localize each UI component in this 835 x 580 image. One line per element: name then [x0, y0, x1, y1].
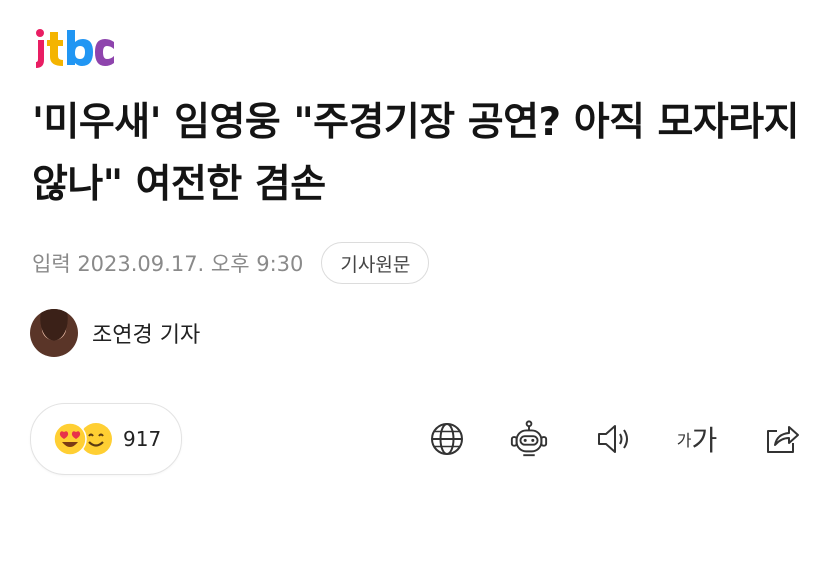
- globe-icon: [431, 423, 463, 455]
- reporter-name: 조연경 기자: [92, 323, 201, 348]
- summary-bot-button[interactable]: [509, 419, 549, 459]
- article-meta: 입력 2023.09.17. 오후 9:30 기사원문: [32, 242, 430, 284]
- heart-eyes-emoji-icon: [53, 422, 87, 456]
- reporter-avatar: [30, 309, 78, 357]
- robot-icon: [510, 420, 548, 457]
- article-title: '미우새' 임영웅 "주경기장 공연? 아직 모자라지 않나" 여전한 겸손: [32, 100, 800, 207]
- jtbc-logo-mark: [36, 29, 114, 68]
- font-size-large-label: 가: [691, 424, 718, 457]
- share-icon: [767, 426, 799, 453]
- reporter-info[interactable]: 조연경 기자: [30, 309, 200, 357]
- translate-button[interactable]: [427, 419, 467, 459]
- speaker-icon: [598, 425, 628, 453]
- publish-date: 입력 2023.09.17. 오후 9:30: [32, 252, 304, 276]
- avatar-hair: [30, 309, 78, 357]
- reaction-button[interactable]: 917: [30, 403, 182, 475]
- reaction-count: 917: [123, 427, 162, 451]
- font-size-small-label: 가: [676, 431, 692, 450]
- share-button[interactable]: [762, 419, 802, 459]
- read-aloud-button[interactable]: [594, 419, 634, 459]
- original-article-button[interactable]: 기사원문: [321, 242, 430, 284]
- reaction-emojis: [53, 422, 117, 456]
- jtbc-logo[interactable]: [32, 24, 122, 72]
- font-size-button[interactable]: 가가: [674, 419, 720, 459]
